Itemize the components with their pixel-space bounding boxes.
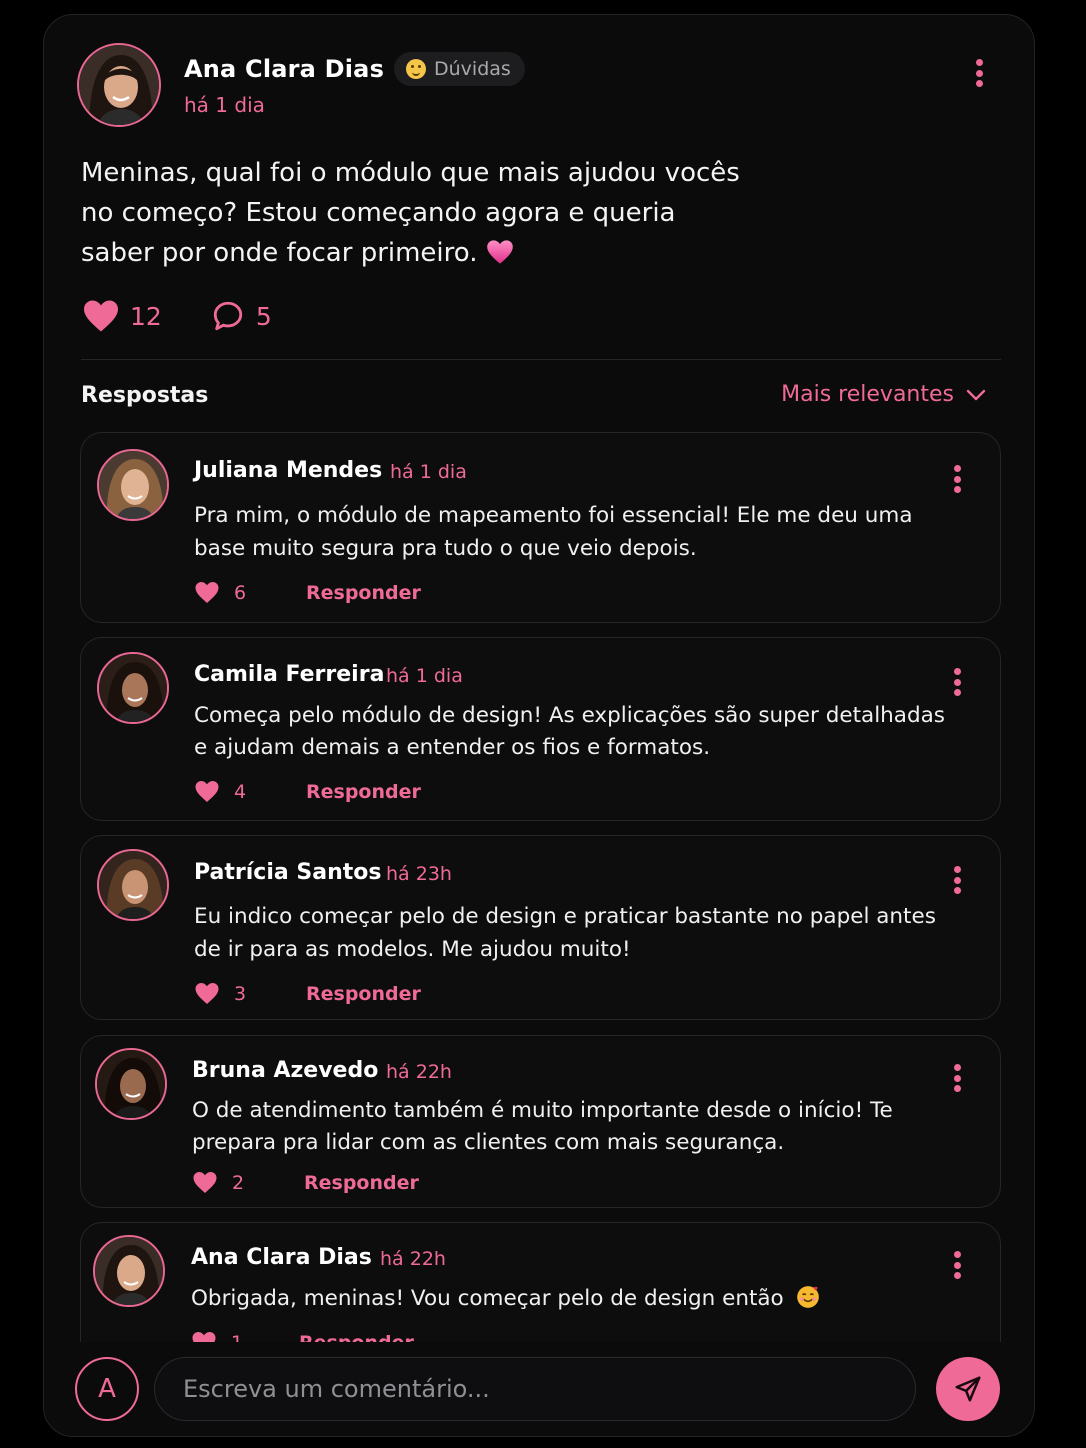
comment-like-count: 3 xyxy=(234,982,247,1005)
comment-card: Patrícia Santos há 23h Eu indico começar… xyxy=(80,835,1001,1020)
comment-more-options-icon[interactable] xyxy=(945,463,969,495)
comment-text-content: Obrigada, meninas! Vou começar pelo de d… xyxy=(191,1286,784,1311)
post-author-name[interactable]: Ana Clara Dias xyxy=(184,55,384,83)
sort-dropdown[interactable]: Mais relevantes xyxy=(781,382,986,407)
comment-text: Começa pelo módulo de design! As explica… xyxy=(194,703,945,760)
comment-timestamp: há 22h xyxy=(380,1248,446,1270)
smiling-face-with-hearts-icon xyxy=(796,1286,819,1308)
send-button[interactable] xyxy=(936,1357,1000,1421)
comment-card: Camila Ferreira há 1 dia Começa pelo mód… xyxy=(80,637,1001,821)
category-tag[interactable]: Dúvidas xyxy=(394,52,525,86)
comment-timestamp: há 1 dia xyxy=(390,461,467,483)
comment-actions: 3 Responder xyxy=(194,982,421,1005)
comment-like-button[interactable]: 6 xyxy=(194,581,306,604)
category-tag-label: Dúvidas xyxy=(434,58,511,80)
comment-author-name[interactable]: Ana Clara Dias xyxy=(191,1245,372,1270)
heart-icon xyxy=(193,1172,217,1193)
comment-author-name[interactable]: Patrícia Santos xyxy=(194,860,381,885)
heart-icon xyxy=(84,300,118,332)
reply-button[interactable]: Responder xyxy=(306,781,421,803)
comment-actions: 2 Responder xyxy=(192,1171,419,1194)
avatar[interactable] xyxy=(97,652,169,724)
comment-like-button[interactable]: 4 xyxy=(194,780,306,803)
comment-like-count: 6 xyxy=(234,581,247,604)
avatar[interactable] xyxy=(95,1048,167,1120)
comments-list: Juliana Mendes há 1 dia Pra mim, o módul… xyxy=(80,432,1001,1342)
comment-card: Juliana Mendes há 1 dia Pra mim, o módul… xyxy=(80,432,1001,623)
comment-like-button[interactable]: 1 xyxy=(191,1331,299,1342)
heart-icon xyxy=(195,983,219,1004)
comment-like-button[interactable]: 3 xyxy=(194,982,306,1005)
comment-actions: 4 Responder xyxy=(194,780,421,803)
reply-button[interactable]: Responder xyxy=(304,1172,419,1194)
post-body: Meninas, qual foi o módulo que mais ajud… xyxy=(81,153,741,273)
comment-like-count: 2 xyxy=(232,1171,245,1194)
comment-timestamp: há 1 dia xyxy=(386,665,463,687)
avatar[interactable] xyxy=(93,1235,165,1307)
avatar[interactable] xyxy=(97,849,169,921)
comment-actions: 6 Responder xyxy=(194,581,421,604)
chevron-down-icon xyxy=(966,389,986,400)
comment-text: Eu indico começar pelo de design e prati… xyxy=(194,904,936,962)
sort-label: Mais relevantes xyxy=(781,382,954,407)
reply-button[interactable]: Responder xyxy=(306,582,421,604)
comment-author-name[interactable]: Bruna Azevedo xyxy=(192,1058,378,1083)
comment-more-options-icon[interactable] xyxy=(945,666,969,698)
post-stats: 12 5 xyxy=(82,299,320,333)
divider xyxy=(81,359,1001,360)
comment-like-button[interactable]: 2 xyxy=(192,1171,304,1194)
comment-bubble-icon xyxy=(213,301,242,331)
post-card: Ana Clara Dias há 1 dia Dúvidas Meninas,… xyxy=(43,14,1035,1437)
comment-author-name[interactable]: Juliana Mendes xyxy=(194,458,382,483)
like-count: 12 xyxy=(130,301,162,331)
send-icon xyxy=(955,1376,981,1402)
composer-avatar: A xyxy=(75,1357,139,1421)
post-body-text: Meninas, qual foi o módulo que mais ajud… xyxy=(81,158,740,268)
comment-text: Pra mim, o módulo de mapeamento foi esse… xyxy=(194,503,913,561)
comment-timestamp: há 23h xyxy=(386,863,452,885)
comment-like-count: 4 xyxy=(234,780,247,803)
avatar[interactable] xyxy=(97,449,169,521)
comment-input[interactable] xyxy=(154,1357,916,1421)
comment-card: Ana Clara Dias há 22h Obrigada, meninas!… xyxy=(80,1222,1001,1342)
comment-card: Bruna Azevedo há 22h O de atendimento ta… xyxy=(80,1035,1001,1208)
comment-count: 5 xyxy=(255,301,272,331)
thinking-face-icon xyxy=(406,59,426,79)
comment-like-count: 1 xyxy=(231,1332,243,1343)
heart-icon xyxy=(192,1332,216,1342)
post-more-options-icon[interactable] xyxy=(967,57,991,89)
comment-actions: 1 Responder xyxy=(191,1331,414,1342)
author-avatar[interactable] xyxy=(77,43,161,127)
reply-button[interactable]: Responder xyxy=(299,1332,414,1343)
comment-text: O de atendimento também é muito importan… xyxy=(192,1098,893,1155)
comment-timestamp: há 22h xyxy=(386,1061,452,1083)
comment-author-name[interactable]: Camila Ferreira xyxy=(194,662,384,687)
heart-icon xyxy=(195,781,219,802)
comment-more-options-icon[interactable] xyxy=(945,864,969,896)
comment-more-options-icon[interactable] xyxy=(945,1249,969,1281)
comment-text: Obrigada, meninas! Vou começar pelo de d… xyxy=(191,1282,951,1315)
post-timestamp: há 1 dia xyxy=(184,93,265,117)
heart-icon xyxy=(195,582,219,603)
reply-button[interactable]: Responder xyxy=(306,983,421,1005)
comment-button[interactable]: 5 xyxy=(210,299,272,333)
replies-heading: Respostas xyxy=(81,383,209,408)
like-button[interactable]: 12 xyxy=(82,299,162,333)
pink-heart-emoji-icon xyxy=(486,240,513,264)
comment-more-options-icon[interactable] xyxy=(945,1062,969,1094)
